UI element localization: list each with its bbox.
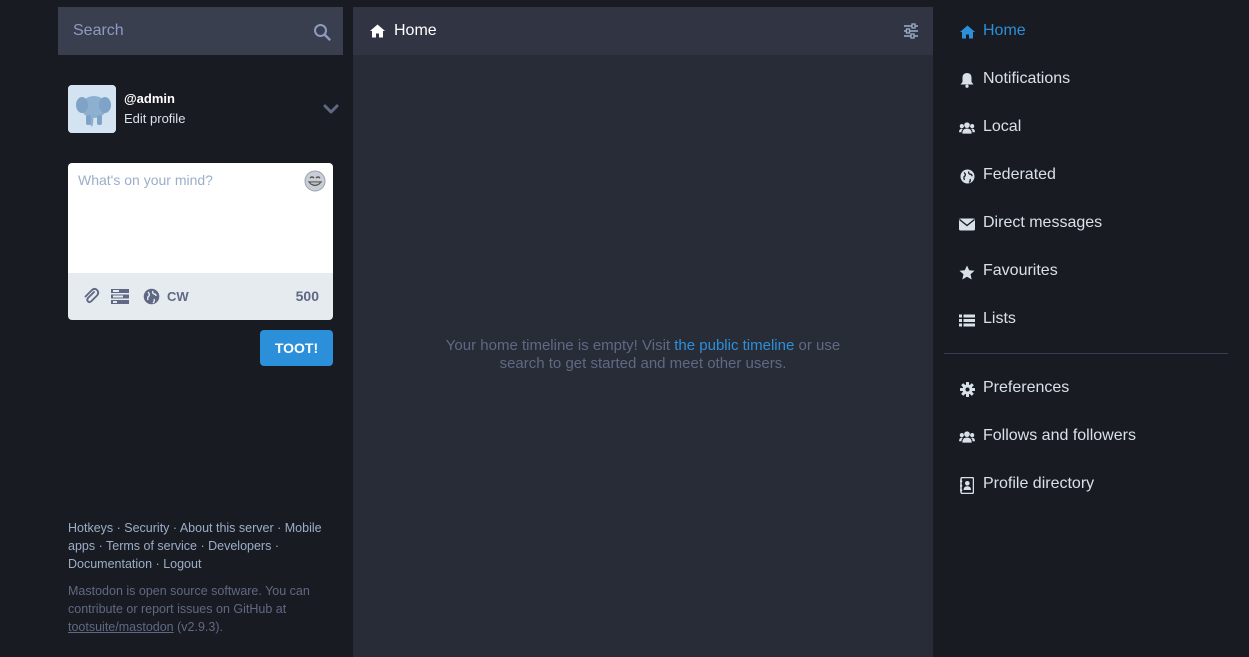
nav-item-favourites[interactable]: Favourites bbox=[944, 247, 1228, 295]
nav-label: Notifications bbox=[983, 70, 1071, 87]
chevron-down-icon[interactable] bbox=[323, 102, 339, 116]
list-icon bbox=[959, 312, 975, 328]
search-input[interactable] bbox=[58, 7, 343, 55]
empty-timeline-message: Your home timeline is empty! Visit the p… bbox=[423, 337, 863, 373]
nav-label: Local bbox=[983, 118, 1022, 135]
account-header: @admin Edit profile bbox=[68, 85, 343, 133]
navigation-panel: Home Notifications Local Federated Direc… bbox=[944, 7, 1228, 657]
globe-icon bbox=[959, 168, 975, 184]
nav-item-profile-directory[interactable]: Profile directory bbox=[944, 460, 1228, 508]
nav-item-direct-messages[interactable]: Direct messages bbox=[944, 199, 1228, 247]
nav-label: Direct messages bbox=[983, 214, 1103, 231]
nav-item-home[interactable]: Home bbox=[944, 7, 1228, 55]
search-box bbox=[58, 7, 343, 55]
paperclip-icon[interactable] bbox=[82, 287, 100, 305]
home-icon bbox=[959, 24, 975, 40]
security-link[interactable]: Security bbox=[124, 521, 169, 535]
version-text: (v2.9.3). bbox=[177, 620, 223, 634]
emoji-picker-icon[interactable] bbox=[304, 170, 326, 192]
logout-link[interactable]: Logout bbox=[163, 557, 201, 571]
envelope-icon bbox=[959, 216, 975, 232]
content-warning-button[interactable]: CW bbox=[167, 289, 189, 304]
footer-note-text: Mastodon is open source software. You ca… bbox=[68, 584, 310, 616]
elephant-avatar-icon bbox=[68, 85, 116, 133]
nav-label: Follows and followers bbox=[983, 427, 1136, 444]
developers-link[interactable]: Developers bbox=[208, 539, 271, 553]
home-timeline-column: Home Your home timeline is empty! Visit … bbox=[353, 7, 933, 657]
column-header[interactable]: Home bbox=[353, 7, 933, 55]
address-book-icon bbox=[959, 476, 975, 494]
footer: Hotkeys · Security · About this server ·… bbox=[68, 519, 333, 636]
repo-link[interactable]: tootsuite/mastodon bbox=[68, 620, 174, 634]
search-icon[interactable] bbox=[313, 23, 331, 41]
compose-textarea[interactable] bbox=[68, 163, 333, 273]
nav-label: Favourites bbox=[983, 262, 1058, 279]
toot-button[interactable]: TOOT! bbox=[260, 330, 333, 366]
hotkeys-link[interactable]: Hotkeys bbox=[68, 521, 113, 535]
nav-item-local[interactable]: Local bbox=[944, 103, 1228, 151]
sliders-icon[interactable] bbox=[903, 23, 919, 39]
gear-icon bbox=[959, 381, 975, 397]
column-title: Home bbox=[394, 22, 437, 39]
empty-message-start: Your home timeline is empty! Visit bbox=[445, 337, 671, 354]
nav-item-notifications[interactable]: Notifications bbox=[944, 55, 1228, 103]
compose-toolbar: CW 500 bbox=[68, 273, 333, 320]
compose-form: CW 500 bbox=[68, 163, 333, 320]
nav-label: Profile directory bbox=[983, 475, 1095, 492]
character-counter: 500 bbox=[295, 288, 319, 304]
users-icon bbox=[959, 429, 975, 445]
star-icon bbox=[959, 264, 975, 280]
nav-label: Lists bbox=[983, 310, 1016, 327]
users-icon bbox=[959, 120, 975, 136]
nav-label: Federated bbox=[983, 166, 1056, 183]
nav-divider bbox=[944, 353, 1228, 354]
nav-item-preferences[interactable]: Preferences bbox=[944, 364, 1228, 412]
footer-note: Mastodon is open source software. You ca… bbox=[68, 582, 333, 636]
nav-item-federated[interactable]: Federated bbox=[944, 151, 1228, 199]
account-handle: @admin bbox=[124, 91, 175, 106]
nav-label: Preferences bbox=[983, 379, 1070, 396]
public-timeline-link[interactable]: the public timeline bbox=[674, 337, 794, 354]
compose-panel: @admin Edit profile CW 500 bbox=[58, 7, 343, 657]
documentation-link[interactable]: Documentation bbox=[68, 557, 152, 571]
about-link[interactable]: About this server bbox=[180, 521, 274, 535]
poll-icon[interactable] bbox=[111, 287, 129, 305]
nav-label: Home bbox=[983, 22, 1026, 39]
home-icon bbox=[370, 24, 385, 38]
footer-links: Hotkeys · Security · About this server ·… bbox=[68, 521, 322, 571]
nav-item-lists[interactable]: Lists bbox=[944, 295, 1228, 343]
edit-profile-link[interactable]: Edit profile bbox=[124, 111, 185, 126]
avatar[interactable] bbox=[68, 85, 116, 133]
terms-link[interactable]: Terms of service bbox=[106, 539, 197, 553]
globe-icon[interactable] bbox=[142, 287, 160, 305]
bell-icon bbox=[959, 72, 975, 88]
nav-item-follows-and-followers[interactable]: Follows and followers bbox=[944, 412, 1228, 460]
